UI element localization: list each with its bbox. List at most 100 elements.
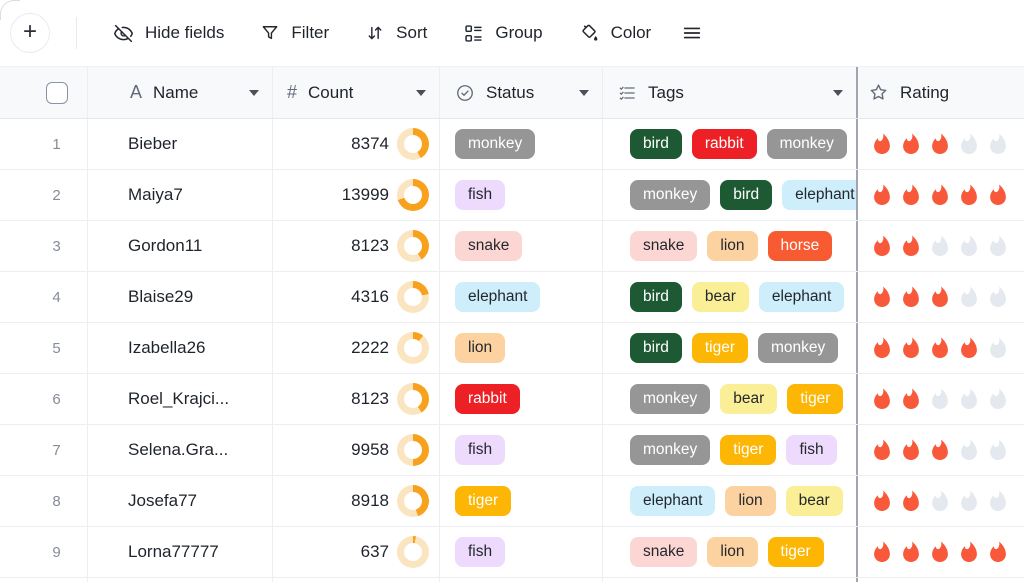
sort-button[interactable]: Sort	[365, 23, 427, 43]
chevron-down-icon[interactable]	[833, 90, 843, 96]
flame-rating-icon[interactable]	[899, 132, 923, 156]
flame-rating-icon[interactable]	[986, 540, 1010, 564]
name-cell[interactable]: Selena.Gra...	[88, 425, 273, 475]
flame-rating-icon[interactable]	[928, 285, 952, 309]
count-cell[interactable]: 8123	[273, 374, 440, 424]
flame-rating-icon[interactable]	[986, 183, 1010, 207]
select-all-checkbox[interactable]	[46, 82, 68, 104]
filter-button[interactable]: Filter	[260, 23, 329, 43]
tags-cell[interactable]: monkeybeartiger	[603, 374, 858, 424]
tags-cell[interactable]: birdtigermonkey	[603, 323, 858, 373]
flame-rating-icon[interactable]	[870, 540, 894, 564]
flame-rating-icon[interactable]	[957, 132, 981, 156]
rating-cell[interactable]	[858, 374, 1024, 424]
flame-rating-icon[interactable]	[928, 183, 952, 207]
column-header-tags[interactable]: Tags	[603, 67, 858, 118]
flame-rating-icon[interactable]	[957, 285, 981, 309]
row-number-cell[interactable]: 1	[0, 119, 88, 169]
count-cell[interactable]: 4316	[273, 272, 440, 322]
flame-rating-icon[interactable]	[870, 489, 894, 513]
column-header-count[interactable]: # Count	[273, 67, 440, 118]
name-cell[interactable]: Blaise29	[88, 272, 273, 322]
flame-rating-icon[interactable]	[928, 438, 952, 462]
flame-rating-icon[interactable]	[870, 183, 894, 207]
status-cell[interactable]: rabbit	[440, 374, 603, 424]
name-cell[interactable]: Gordon11	[88, 221, 273, 271]
count-cell[interactable]: 637	[273, 527, 440, 577]
flame-rating-icon[interactable]	[957, 438, 981, 462]
rating-cell[interactable]	[858, 425, 1024, 475]
chevron-down-icon[interactable]	[579, 90, 589, 96]
name-cell[interactable]: Bieber	[88, 119, 273, 169]
flame-rating-icon[interactable]	[870, 438, 894, 462]
flame-rating-icon[interactable]	[957, 183, 981, 207]
flame-rating-icon[interactable]	[899, 234, 923, 258]
tags-cell[interactable]: snakeliontiger	[603, 527, 858, 577]
status-cell[interactable]: lion	[440, 323, 603, 373]
flame-rating-icon[interactable]	[899, 438, 923, 462]
flame-rating-icon[interactable]	[986, 132, 1010, 156]
status-cell[interactable]: snake	[440, 221, 603, 271]
flame-rating-icon[interactable]	[986, 234, 1010, 258]
tags-cell[interactable]: monkeytigerfish	[603, 425, 858, 475]
flame-rating-icon[interactable]	[986, 336, 1010, 360]
rating-cell[interactable]	[858, 170, 1024, 220]
count-cell[interactable]: 9958	[273, 425, 440, 475]
flame-rating-icon[interactable]	[870, 336, 894, 360]
row-number-cell[interactable]: 7	[0, 425, 88, 475]
flame-rating-icon[interactable]	[986, 438, 1010, 462]
flame-rating-icon[interactable]	[986, 489, 1010, 513]
column-header-name[interactable]: A Name	[88, 67, 273, 118]
flame-rating-icon[interactable]	[986, 285, 1010, 309]
tags-cell[interactable]: birdbearelephant	[603, 272, 858, 322]
flame-rating-icon[interactable]	[870, 387, 894, 411]
group-button[interactable]: Group	[463, 23, 542, 44]
name-cell[interactable]: Roel_Krajci...	[88, 374, 273, 424]
status-cell[interactable]: fish	[440, 527, 603, 577]
count-cell[interactable]: 2222	[273, 323, 440, 373]
rating-cell[interactable]	[858, 323, 1024, 373]
flame-rating-icon[interactable]	[870, 132, 894, 156]
name-cell[interactable]: Lorna77777	[88, 527, 273, 577]
flame-rating-icon[interactable]	[957, 336, 981, 360]
chevron-down-icon[interactable]	[416, 90, 426, 96]
flame-rating-icon[interactable]	[899, 183, 923, 207]
row-number-cell[interactable]: 6	[0, 374, 88, 424]
view-menu-button[interactable]	[681, 22, 703, 44]
row-number-cell[interactable]: 5	[0, 323, 88, 373]
status-cell[interactable]: elephant	[440, 272, 603, 322]
tags-cell[interactable]: monkeybirdelephant	[603, 170, 858, 220]
tags-cell[interactable]: elephantlionbear	[603, 476, 858, 526]
column-header-status[interactable]: Status	[440, 67, 603, 118]
flame-rating-icon[interactable]	[899, 387, 923, 411]
row-number-cell[interactable]: 2	[0, 170, 88, 220]
rating-cell[interactable]	[858, 119, 1024, 169]
row-number-cell[interactable]: 8	[0, 476, 88, 526]
flame-rating-icon[interactable]	[928, 387, 952, 411]
add-record-button[interactable]: +	[10, 13, 50, 53]
flame-rating-icon[interactable]	[899, 336, 923, 360]
column-header-rating[interactable]: Rating	[858, 67, 1024, 118]
flame-rating-icon[interactable]	[957, 489, 981, 513]
flame-rating-icon[interactable]	[928, 234, 952, 258]
flame-rating-icon[interactable]	[957, 387, 981, 411]
status-cell[interactable]: fish	[440, 170, 603, 220]
flame-rating-icon[interactable]	[899, 285, 923, 309]
hide-fields-button[interactable]: Hide fields	[113, 23, 224, 44]
row-number-cell[interactable]: 4	[0, 272, 88, 322]
rating-cell[interactable]	[858, 527, 1024, 577]
flame-rating-icon[interactable]	[928, 540, 952, 564]
flame-rating-icon[interactable]	[957, 540, 981, 564]
flame-rating-icon[interactable]	[928, 132, 952, 156]
flame-rating-icon[interactable]	[870, 234, 894, 258]
flame-rating-icon[interactable]	[870, 285, 894, 309]
chevron-down-icon[interactable]	[249, 90, 259, 96]
name-cell[interactable]: Izabella26	[88, 323, 273, 373]
flame-rating-icon[interactable]	[928, 336, 952, 360]
rating-cell[interactable]	[858, 476, 1024, 526]
row-number-cell[interactable]: 9	[0, 527, 88, 577]
row-number-cell[interactable]: 3	[0, 221, 88, 271]
flame-rating-icon[interactable]	[899, 540, 923, 564]
status-cell[interactable]: tiger	[440, 476, 603, 526]
flame-rating-icon[interactable]	[986, 387, 1010, 411]
